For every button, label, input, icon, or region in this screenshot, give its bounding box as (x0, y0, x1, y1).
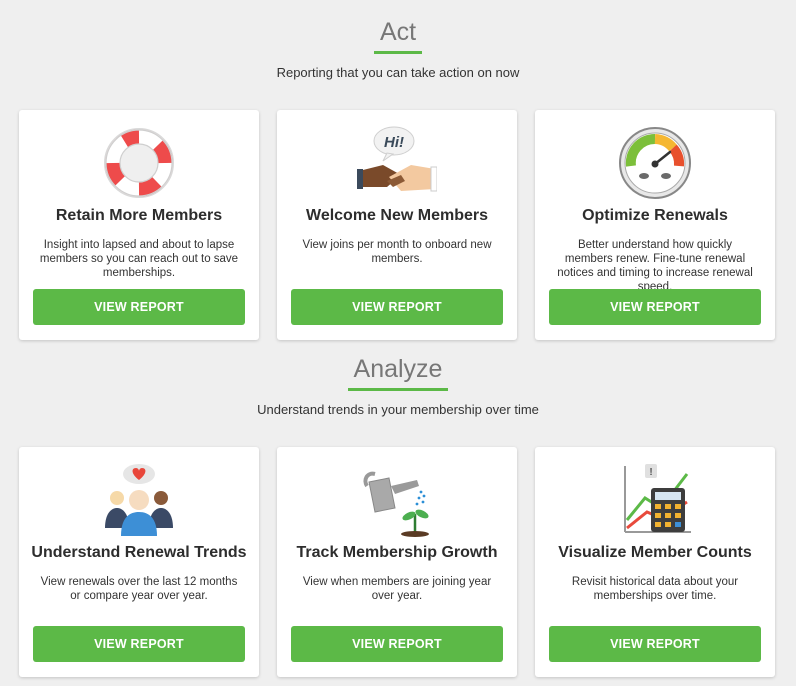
card-membership-growth: Track Membership Growth View when member… (277, 447, 517, 677)
card-member-counts: ! Visualize Member Counts Revisit histor… (535, 447, 775, 677)
card-renewal-trends: Understand Renewal Trends View renewals … (19, 447, 259, 677)
speedometer-icon (535, 124, 775, 202)
card-optimize-renewals: Optimize Renewals Better understand how … (535, 110, 775, 340)
card-title: Visualize Member Counts (558, 544, 752, 561)
hi-bubble-text: Hi! (384, 134, 404, 151)
section-title-act: Act (373, 18, 423, 54)
view-report-button[interactable]: VIEW REPORT (33, 626, 245, 662)
card-description: Insight into lapsed and about to lapse m… (39, 239, 239, 279)
view-report-button[interactable]: VIEW REPORT (549, 626, 761, 662)
card-title: Retain More Members (55, 207, 223, 224)
view-report-button[interactable]: VIEW REPORT (33, 289, 245, 325)
view-report-button[interactable]: VIEW REPORT (291, 626, 503, 662)
svg-text:!: ! (649, 467, 652, 478)
view-report-button[interactable]: VIEW REPORT (291, 289, 503, 325)
card-description: View when members are joining year over … (302, 576, 492, 602)
card-retain-members: Retain More Members Insight into lapsed … (19, 110, 259, 340)
life-ring-icon (19, 124, 259, 202)
watering-can-icon (277, 461, 517, 539)
card-description: Revisit historical data about your membe… (571, 576, 739, 602)
analyze-section-header: Analyze Understand trends in your member… (0, 355, 796, 417)
view-report-button[interactable]: VIEW REPORT (549, 289, 761, 325)
handshake-icon: Hi! (277, 124, 517, 202)
card-welcome-members: Hi! Welcome New Members View joins per m… (277, 110, 517, 340)
section-subtitle-act: Reporting that you can take action on no… (276, 65, 520, 80)
card-title: Understand Renewal Trends (31, 544, 247, 561)
card-title: Track Membership Growth (296, 544, 498, 561)
act-section-header: Act Reporting that you can take action o… (0, 18, 796, 80)
section-subtitle-analyze: Understand trends in your membership ove… (257, 402, 539, 417)
card-description: Better understand how quickly members re… (557, 239, 753, 293)
section-title-analyze: Analyze (347, 355, 449, 391)
chart-calculator-icon: ! (535, 461, 775, 539)
people-heart-icon (19, 461, 259, 539)
card-title: Welcome New Members (306, 207, 488, 224)
card-description: View joins per month to onboard new memb… (302, 239, 492, 265)
card-title: Optimize Renewals (582, 207, 728, 224)
card-description: View renewals over the last 12 months or… (40, 576, 238, 602)
